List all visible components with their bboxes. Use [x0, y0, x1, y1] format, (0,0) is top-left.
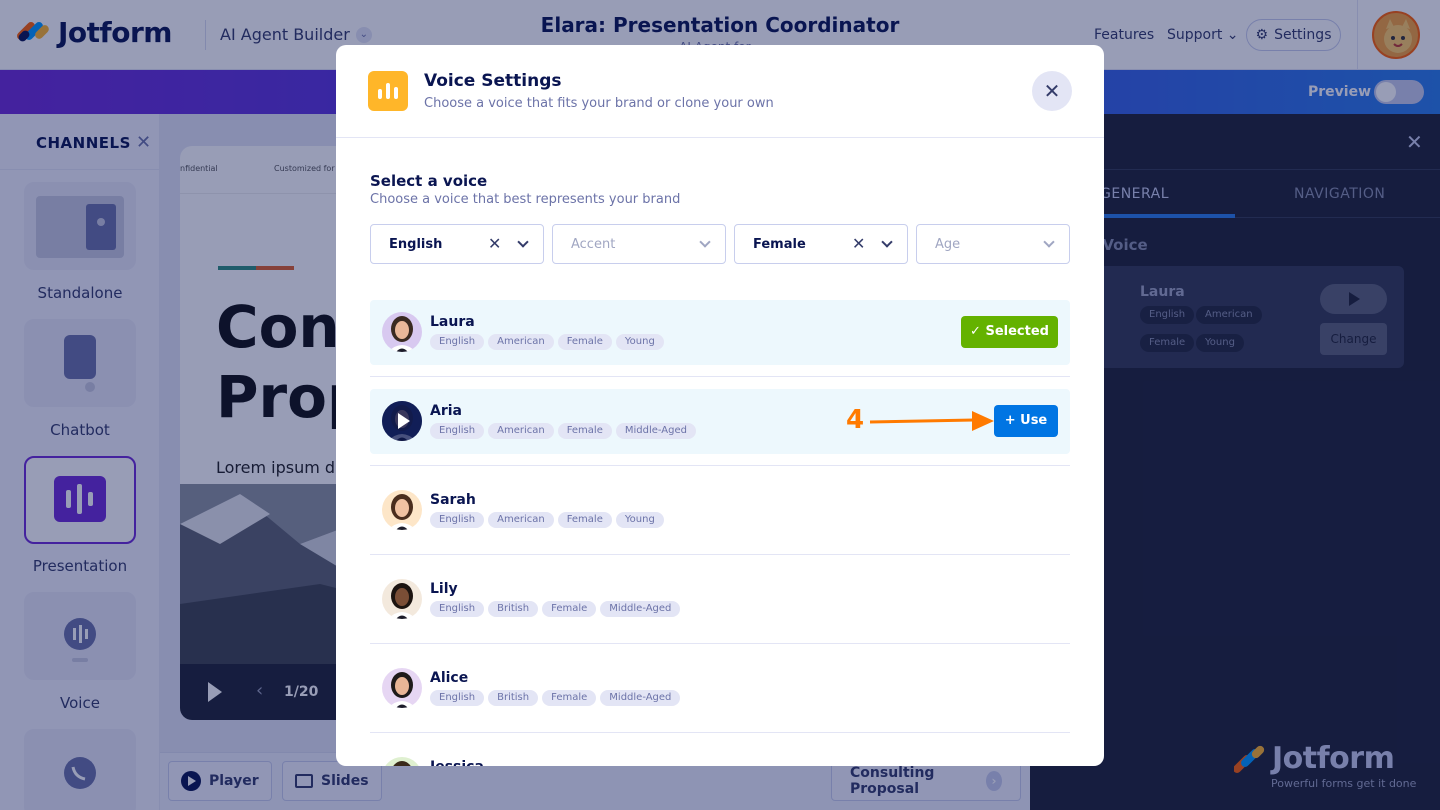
chevron-down-icon	[881, 236, 893, 248]
age-filter[interactable]: Age	[916, 224, 1070, 264]
voice-row-alice[interactable]: Alice English British Female Middle-Aged	[370, 656, 1070, 721]
voice-tag: American	[488, 423, 554, 439]
clear-icon[interactable]: ✕	[852, 234, 865, 253]
voice-settings-modal: Voice Settings Choose a voice that fits …	[336, 45, 1104, 766]
voice-avatar[interactable]	[382, 668, 422, 708]
clear-icon[interactable]: ✕	[488, 234, 501, 253]
row-divider	[370, 732, 1070, 733]
voice-row-jessica[interactable]: Jessica	[370, 745, 1070, 766]
voice-name: Aria	[430, 403, 462, 419]
voice-tag: Female	[557, 334, 612, 350]
selected-button[interactable]: ✓ Selected	[961, 316, 1058, 348]
voice-name: Laura	[430, 314, 475, 330]
modal-title: Voice Settings	[424, 71, 562, 91]
voice-tags: English American Female Young	[430, 334, 664, 350]
language-value: English	[389, 237, 443, 252]
voice-tag: English	[430, 690, 485, 706]
voice-tag: British	[488, 601, 539, 617]
use-voice-button[interactable]: + Use	[994, 405, 1058, 437]
gender-filter[interactable]: Female ✕	[734, 224, 908, 264]
gender-value: Female	[753, 237, 806, 252]
step-number: 4	[846, 405, 865, 435]
voice-tag: Middle-Aged	[615, 423, 696, 439]
use-label: Use	[1020, 413, 1048, 428]
voice-tag: English	[430, 601, 485, 617]
selected-label: Selected	[985, 324, 1049, 339]
check-icon: ✓	[970, 324, 986, 339]
voice-tags: English British Female Middle-Aged	[430, 601, 681, 617]
chevron-down-icon	[699, 236, 711, 248]
select-voice-title: Select a voice	[370, 172, 488, 190]
voice-tag: Female	[557, 423, 612, 439]
voice-bars-icon	[368, 71, 408, 111]
row-divider	[370, 554, 1070, 555]
voice-tag: Young	[615, 512, 664, 528]
close-icon: ✕	[1043, 79, 1061, 103]
voice-avatar[interactable]	[382, 757, 422, 766]
language-filter[interactable]: English ✕	[370, 224, 544, 264]
voice-name: Jessica	[430, 759, 484, 766]
voice-tags: English American Female Young	[430, 512, 664, 528]
voice-tag: Female	[557, 512, 612, 528]
voice-avatar[interactable]	[382, 312, 422, 352]
modal-subtitle: Choose a voice that fits your brand or c…	[424, 96, 774, 111]
voice-row-laura[interactable]: Laura English American Female Young ✓ Selecte…	[370, 300, 1070, 365]
play-icon[interactable]	[382, 401, 422, 441]
voice-tag: British	[488, 690, 539, 706]
select-voice-subtitle: Choose a voice that best represents your…	[370, 192, 681, 207]
voice-tag: American	[488, 334, 554, 350]
voice-tag: Middle-Aged	[600, 601, 681, 617]
voice-tag: Young	[615, 334, 664, 350]
voice-name: Sarah	[430, 492, 476, 508]
arrow-icon	[869, 411, 994, 431]
voice-row-lily[interactable]: Lily English British Female Middle-Aged	[370, 567, 1070, 632]
modal-header: Voice Settings Choose a voice that fits …	[336, 45, 1104, 138]
voice-avatar[interactable]	[382, 579, 422, 619]
row-divider	[370, 376, 1070, 377]
accent-placeholder: Accent	[571, 237, 616, 252]
voice-avatar[interactable]	[382, 490, 422, 530]
close-button[interactable]: ✕	[1032, 71, 1072, 111]
voice-row-sarah[interactable]: Sarah English American Female Young	[370, 478, 1070, 543]
voice-tags: English British Female Middle-Aged	[430, 690, 681, 706]
voice-tag: American	[488, 512, 554, 528]
accent-filter[interactable]: Accent	[552, 224, 726, 264]
chevron-down-icon	[1043, 236, 1055, 248]
voice-tag: English	[430, 423, 485, 439]
voice-name: Alice	[430, 670, 469, 686]
plus-icon: +	[1004, 413, 1021, 428]
row-divider	[370, 465, 1070, 466]
row-divider	[370, 643, 1070, 644]
voice-name: Lily	[430, 581, 458, 597]
voice-tags: English American Female Middle-Aged	[430, 423, 696, 439]
voice-tag: Female	[542, 690, 597, 706]
voice-tag: Middle-Aged	[600, 690, 681, 706]
chevron-down-icon	[517, 236, 529, 248]
voice-tag: English	[430, 512, 485, 528]
age-placeholder: Age	[935, 237, 961, 252]
voice-tag: English	[430, 334, 485, 350]
voice-tag: Female	[542, 601, 597, 617]
